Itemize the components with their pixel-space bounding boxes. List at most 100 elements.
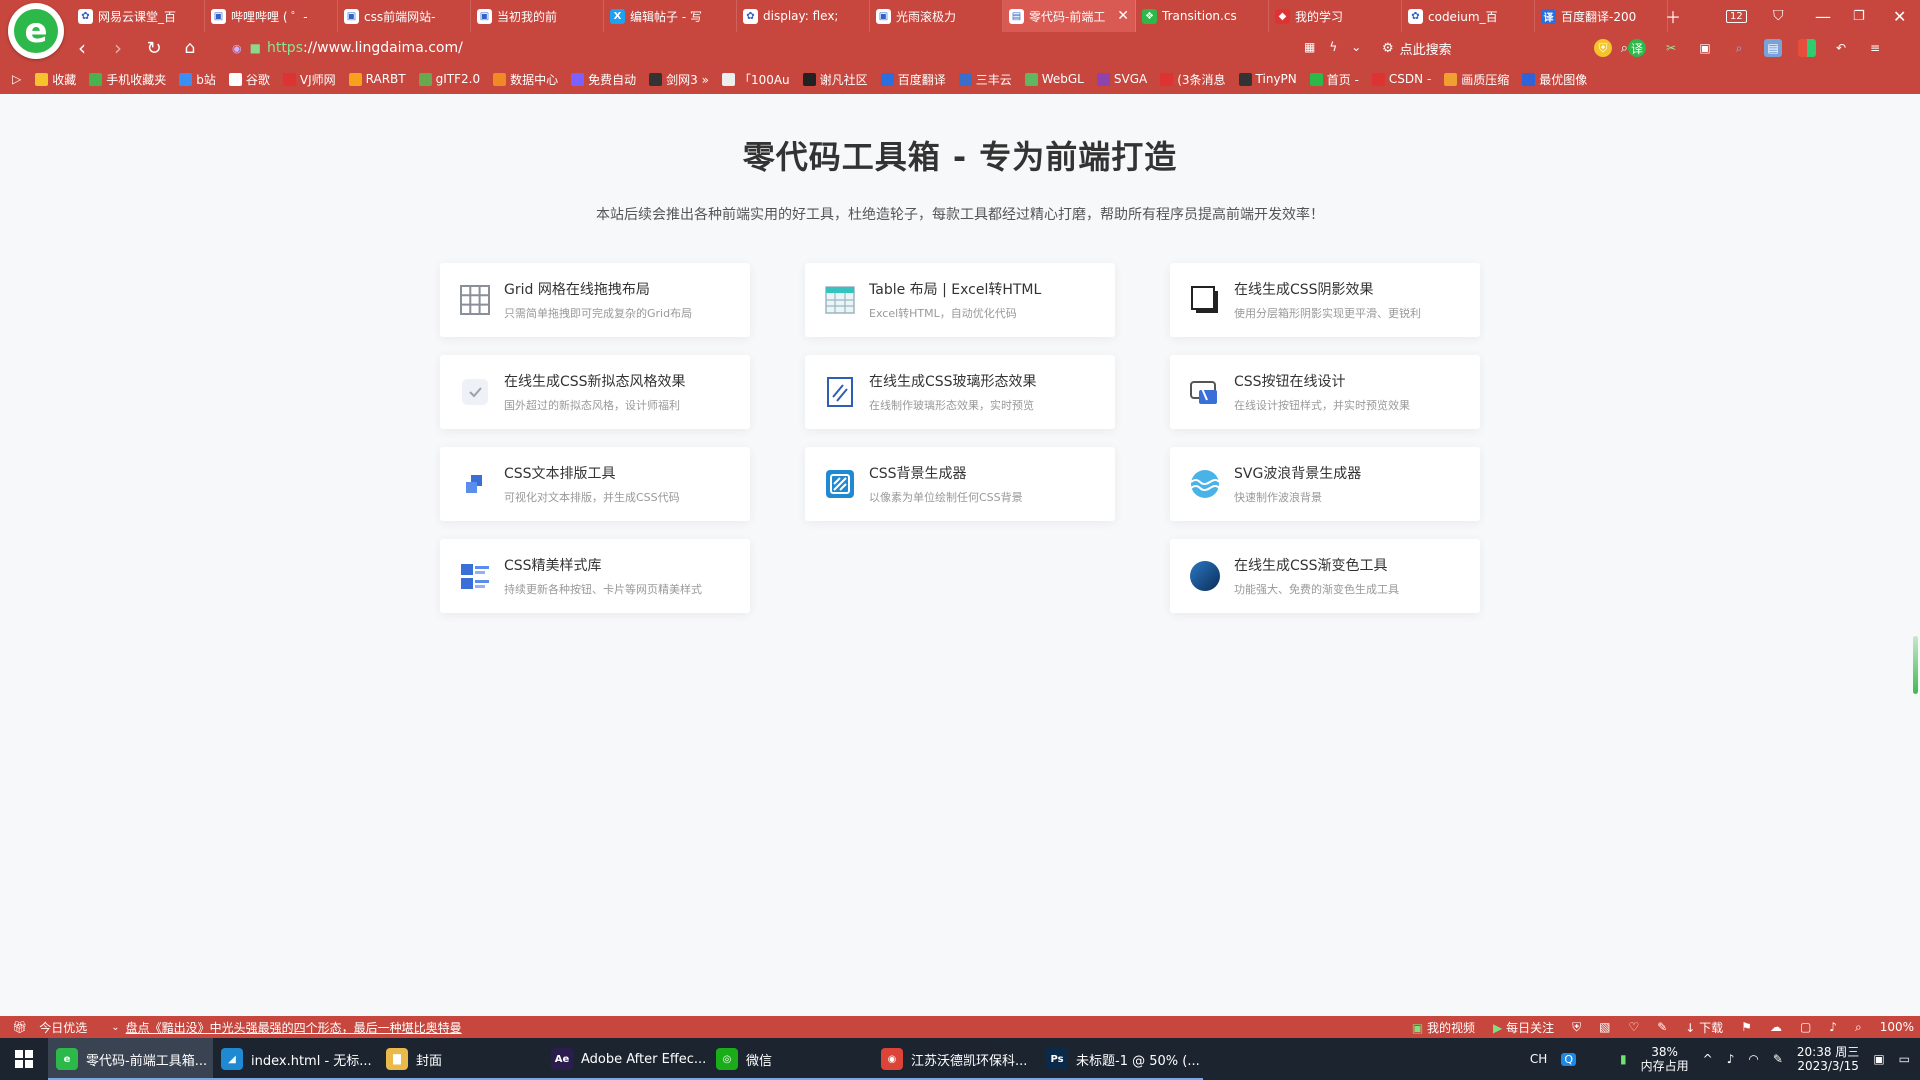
reload-icon[interactable]: ↻ (136, 32, 172, 64)
tool-card[interactable]: 在线生成CSS阴影效果 使用分层箱形阴影实现更平滑、更锐利 (1170, 263, 1480, 337)
window-icon[interactable]: ▢ (1800, 1020, 1811, 1034)
browser-tab[interactable]: ✿ codeium_百 (1402, 0, 1535, 32)
flag-icon[interactable]: ⚑ (1741, 1020, 1752, 1034)
pin-icon[interactable]: ✎ (1657, 1020, 1667, 1034)
close-window-button[interactable]: ✕ (1893, 0, 1906, 32)
address-bar[interactable]: ◉ ■ https://www.lingdaima.com/ (232, 36, 1132, 60)
browser-tab[interactable]: X 编辑帖子 - 写 (604, 0, 737, 32)
forward-arrow-icon[interactable]: › (100, 32, 136, 64)
taskbar-app[interactable]: Ae Adobe After Effec... (543, 1038, 708, 1080)
bookmark-item[interactable]: gITF2.0 (418, 72, 480, 86)
browser-tab[interactable]: ▣ 光雨滚极力 (870, 0, 1003, 32)
today-picks-label[interactable]: 今日优选 (39, 1019, 87, 1036)
browser-tab[interactable]: ▣ 哔哩哔哩 ( ゜- (205, 0, 338, 32)
image-icon[interactable]: ▧ (1599, 1020, 1610, 1034)
taskbar-app[interactable]: ◎ 微信 (708, 1038, 873, 1080)
tool-card[interactable]: CSS按钮在线设计 在线设计按钮样式，并实时预览效果 (1170, 355, 1480, 429)
bookmark-item[interactable]: 三丰云 (958, 71, 1012, 88)
back-arrow-icon[interactable]: ‹ (64, 32, 100, 64)
chevron-down-icon[interactable]: ⌄ (1351, 40, 1361, 54)
home-icon[interactable]: ⌂ (172, 32, 208, 64)
qr-code-icon[interactable]: ▦ (1304, 40, 1315, 54)
wifi-icon[interactable]: ◠ (1748, 1052, 1758, 1066)
restore-button[interactable]: ❐ (1853, 0, 1865, 32)
browser-tab[interactable]: ◆ 我的学习 (1269, 0, 1402, 32)
zoom-level[interactable]: 100% (1880, 1020, 1914, 1034)
bookmark-item[interactable]: 剑网3 » (649, 71, 709, 88)
taskbar-app[interactable]: e 零代码-前端工具箱... (48, 1038, 213, 1080)
chevron-down-icon[interactable]: ⌄ (111, 1022, 119, 1033)
notification-icon[interactable]: ▭ (1899, 1052, 1910, 1066)
bookmark-item[interactable]: WebGL (1024, 72, 1084, 86)
bookmark-item[interactable]: VJ师网 (282, 71, 336, 88)
shield-status-icon[interactable]: ⛨ (1572, 1020, 1581, 1035)
bookmark-item[interactable]: 百度翻译 (880, 71, 946, 88)
magnifier-extension-icon[interactable]: ⌕ (1730, 39, 1748, 57)
taskbar-app[interactable]: ◢ index.html - 无标... (213, 1038, 378, 1080)
heart-icon[interactable]: ♡ (1628, 1020, 1639, 1034)
cloud-icon[interactable]: ☁ (1770, 1020, 1782, 1034)
tool-card[interactable]: 在线生成CSS渐变色工具 功能强大、免费的渐变色生成工具 (1170, 539, 1480, 613)
daily-follow-button[interactable]: ▶ 每日关注 (1493, 1019, 1554, 1036)
gamepad-icon[interactable]: ▣ (1696, 39, 1714, 57)
bookmark-item[interactable]: 谢凡社区 (802, 71, 868, 88)
shield-extension-icon[interactable]: ⛨ (1594, 39, 1612, 57)
browser-tab[interactable]: 译百度翻译-200 (1535, 0, 1668, 32)
desktop-icon[interactable]: ▣ (1873, 1052, 1884, 1066)
tool-card[interactable]: CSS文本排版工具 可视化对文本排版，并生成CSS代码 (440, 447, 750, 521)
bookmark-item[interactable]: 收藏 (35, 71, 76, 88)
bookmark-item[interactable]: 手机收藏夹 (89, 71, 166, 88)
bookmark-item[interactable]: 首页 - (1309, 71, 1359, 88)
bookmark-item[interactable]: 数据中心 (493, 71, 558, 88)
gift-icon[interactable]: 🎁︎ (12, 1020, 27, 1034)
bookmark-item[interactable]: CSDN - (1371, 72, 1431, 86)
tab-count-badge[interactable]: 12 (1726, 0, 1747, 32)
bookmark-item[interactable]: 「100Au (721, 71, 790, 88)
taskbar-app[interactable]: Ps 未标题-1 @ 50% (... (1038, 1038, 1203, 1080)
shirt-icon[interactable]: ⛉ (1773, 0, 1784, 32)
scissors-icon[interactable]: ✂ (1662, 39, 1680, 57)
tool-card[interactable]: SVG波浪背景生成器 快速制作波浪背景 (1170, 447, 1480, 521)
browser-logo-icon[interactable]: e (8, 3, 64, 59)
new-tab-button[interactable]: ＋ (1665, 0, 1681, 32)
browser-tab[interactable]: ❖ Transition.cs (1136, 0, 1269, 32)
translate-extension-icon[interactable]: 译 (1628, 39, 1646, 57)
bookmark-item[interactable]: 免费自动 (571, 71, 636, 88)
qq-icon[interactable]: Q (1561, 1052, 1576, 1066)
download-button[interactable]: ↓ 下载 (1685, 1019, 1723, 1036)
minimize-button[interactable]: — (1815, 0, 1831, 32)
bookmark-item[interactable]: (3条消息 (1160, 71, 1226, 88)
volume-icon[interactable]: ♪ (1727, 1052, 1735, 1066)
bookmark-item[interactable]: b站 (179, 71, 216, 88)
clock[interactable]: 20:38 周三 2023/3/15 (1797, 1045, 1859, 1073)
bookmark-item[interactable]: RARBT (348, 72, 406, 86)
tool-card[interactable]: 在线生成CSS新拟态风格效果 国外超过的新拟态风格，设计师福利 (440, 355, 750, 429)
browser-tab[interactable]: ▣ css前端网站- (338, 0, 471, 32)
menu-icon[interactable]: ≡ (1866, 39, 1884, 57)
tool-card[interactable]: 在线生成CSS玻璃形态效果 在线制作玻璃形态效果，实时预览 (805, 355, 1115, 429)
bookmark-item[interactable]: 谷歌 (228, 71, 270, 88)
bookmark-item[interactable]: 画质压缩 (1444, 71, 1509, 88)
taskbar-app[interactable]: ◉ 江苏沃德凯环保科... (873, 1038, 1038, 1080)
lightning-icon[interactable]: ϟ (1329, 40, 1337, 54)
bookmark-item[interactable]: SVGA (1096, 72, 1147, 86)
bookmark-item[interactable]: TinyPN (1238, 72, 1297, 86)
apps-grid-icon[interactable] (1798, 39, 1816, 57)
tool-card[interactable]: CSS精美样式库 持续更新各种按钮、卡片等网页精美样式 (440, 539, 750, 613)
memory-usage[interactable]: 38% 内存占用 (1641, 1045, 1689, 1073)
windows-start-icon[interactable] (0, 1038, 48, 1080)
taskbar-app[interactable]: ▇ 封面 (378, 1038, 543, 1080)
undo-icon[interactable]: ↶ (1832, 39, 1850, 57)
tab-close-icon[interactable]: ✕ (1117, 8, 1129, 24)
browser-tab[interactable]: ✿ 网易云课堂_百 (72, 0, 205, 32)
my-video-button[interactable]: ▣ 我的视频 (1412, 1019, 1475, 1036)
news-link[interactable]: 盘点《黯出没》中光头强最强的四个形态，最后一种堪比奥特曼 (126, 1019, 462, 1036)
reader-icon[interactable]: ▤ (1764, 39, 1782, 57)
sidebar-toggle-icon[interactable]: ▷ (12, 72, 21, 86)
tool-card[interactable]: CSS背景生成器 以像素为单位绘制任何CSS背景 (805, 447, 1115, 521)
browser-tab[interactable]: ▤ 零代码-前端工 ✕ (1003, 0, 1136, 32)
tool-card[interactable]: Table 布局 | Excel转HTML Excel转HTML，自动优化代码 (805, 263, 1115, 337)
search-engine-icon[interactable]: ⚙ (1382, 41, 1394, 56)
bookmark-item[interactable]: 最优图像 (1522, 71, 1587, 88)
chevron-up-icon[interactable]: ^ (1703, 1052, 1713, 1066)
